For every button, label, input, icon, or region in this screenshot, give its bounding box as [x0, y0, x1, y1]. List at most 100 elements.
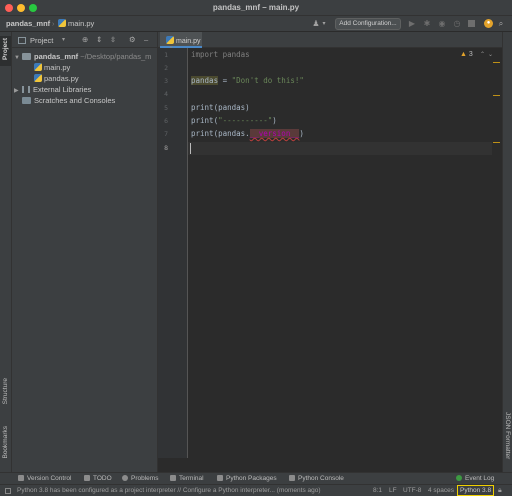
python-file-icon: [34, 74, 42, 82]
operator-token: =: [218, 76, 232, 85]
line-number: 8: [164, 144, 168, 152]
code-editor[interactable]: import pandas pandas = "Don't do this!" …: [188, 48, 493, 458]
collapse-all-icon[interactable]: ⇳: [110, 35, 116, 44]
tool-python-console[interactable]: Python Console: [289, 475, 344, 482]
project-panel-header: Project ▾ ⊕ ⇕ ⇳ ⚙ –: [12, 32, 158, 48]
tree-file-item[interactable]: pandas.py: [34, 74, 79, 83]
coverage-icon[interactable]: ◉: [438, 20, 446, 28]
tool-label: Python Packages: [226, 475, 277, 482]
warning-count: 3: [468, 51, 473, 58]
branch-icon: [18, 475, 24, 481]
search-icon[interactable]: ⌕: [497, 20, 505, 28]
add-configuration-button[interactable]: Add Configuration...: [335, 18, 401, 30]
code-line: print("----------"): [191, 116, 277, 125]
warning-marker[interactable]: [493, 62, 500, 63]
tool-label: Python Console: [298, 475, 344, 482]
user-icon[interactable]: ♟: [312, 20, 320, 28]
breadcrumb-file-label: main.py: [68, 19, 95, 28]
tree-file-item[interactable]: main.py: [34, 63, 70, 72]
run-icon[interactable]: ▶: [408, 20, 416, 28]
python-file-icon: [166, 36, 174, 44]
structure-tool-label[interactable]: Structure: [2, 378, 9, 404]
file-encoding[interactable]: UTF-8: [403, 487, 421, 494]
tool-todo[interactable]: TODO: [84, 475, 112, 482]
warning-marker[interactable]: [493, 142, 500, 143]
tab-main-py[interactable]: main.py ×: [160, 32, 202, 52]
line-separator[interactable]: LF: [389, 487, 397, 494]
python-file-icon: [58, 19, 66, 27]
warning-indicator[interactable]: ▲ 3: [460, 51, 473, 58]
json-formatter-tool-label[interactable]: JSON Formatter: [504, 412, 511, 459]
variable-token: pandas: [191, 76, 219, 85]
tool-version-control[interactable]: Version Control: [18, 475, 71, 482]
root-name: pandas_mnf: [34, 52, 79, 61]
library-icon: [22, 86, 30, 93]
navigation-bar: pandas_mnf › main.py ♟ ▾ Add Configurati…: [0, 16, 512, 32]
python-interpreter-selector[interactable]: Python 3.8: [457, 485, 494, 496]
indent-setting[interactable]: 4 spaces: [428, 487, 454, 494]
current-line-highlight: [188, 142, 492, 155]
chevron-up-icon[interactable]: ⌃: [480, 51, 485, 58]
project-tool-tab[interactable]: Project: [0, 36, 11, 66]
project-tool-label: Project: [2, 38, 9, 61]
list-icon: [84, 475, 90, 481]
terminal-icon: [170, 475, 176, 481]
tree-root-item[interactable]: ▼ pandas_mnf ~/Desktop/pandas_m: [14, 52, 151, 61]
gear-icon[interactable]: ⚙: [129, 35, 136, 44]
root-path: ~/Desktop/pandas_m: [80, 52, 152, 61]
lock-icon[interactable]: 🔒︎: [498, 487, 502, 495]
window-title: pandas_mnf – main.py: [212, 3, 300, 12]
code-token: print(: [191, 116, 219, 125]
code-line: import pandas: [191, 50, 250, 59]
toggle-tool-windows-icon[interactable]: [5, 488, 11, 494]
line-number: 7: [164, 130, 168, 138]
python-file-icon: [34, 63, 42, 71]
tree-external-libraries[interactable]: ▶ External Libraries: [14, 85, 91, 94]
tool-label: Terminal: [179, 475, 204, 482]
attribute-token: __version__: [249, 129, 300, 138]
tool-terminal[interactable]: Terminal: [170, 475, 204, 482]
line-number: 4: [164, 90, 168, 98]
error-stripe[interactable]: [492, 48, 502, 458]
profile-icon[interactable]: ◷: [453, 20, 461, 28]
project-view-selector[interactable]: Project: [30, 36, 53, 45]
folder-icon: [22, 53, 31, 60]
update-icon[interactable]: ●: [484, 19, 493, 28]
chevron-right-icon: ▶: [14, 88, 19, 94]
breadcrumb-file[interactable]: main.py: [58, 19, 94, 28]
tree-scratches[interactable]: Scratches and Consoles: [14, 96, 115, 105]
hide-panel-icon[interactable]: –: [144, 35, 148, 44]
expand-all-icon[interactable]: ⇕: [96, 35, 102, 44]
chevron-down-icon: ▼: [14, 55, 20, 61]
stop-icon[interactable]: [468, 20, 475, 27]
right-tool-stripe: JSON Formatter: [502, 32, 512, 472]
debug-icon[interactable]: ✱: [423, 20, 431, 28]
breadcrumb-project[interactable]: pandas_mnf: [6, 19, 50, 28]
code-token: ): [299, 129, 304, 138]
string-token: "Don't do this!": [231, 76, 304, 85]
warning-marker[interactable]: [493, 95, 500, 96]
tool-windows-bar: Version Control TODO Problems Terminal P…: [0, 472, 512, 484]
event-log-icon: [456, 475, 462, 481]
problems-icon: [122, 475, 128, 481]
project-panel: Project ▾ ⊕ ⇕ ⇳ ⚙ – ▼ pandas_mnf ~/Deskto…: [12, 32, 158, 472]
status-message[interactable]: Python 3.8 has been configured as a proj…: [17, 487, 321, 494]
line-number: 3: [164, 77, 168, 85]
tool-python-packages[interactable]: Python Packages: [217, 475, 277, 482]
chevron-down-icon[interactable]: ▾: [62, 36, 65, 43]
file-label: pandas.py: [44, 74, 79, 83]
bookmarks-tool-label[interactable]: Bookmarks: [2, 426, 9, 459]
package-icon: [217, 475, 223, 481]
code-token: print(pandas.: [191, 129, 250, 138]
caret-position[interactable]: 8:1: [373, 487, 382, 494]
chevron-down-icon[interactable]: ▾: [320, 20, 328, 28]
external-libraries-label: External Libraries: [33, 85, 92, 94]
text-cursor: [190, 143, 191, 154]
tool-problems[interactable]: Problems: [122, 475, 158, 482]
left-tool-stripe: Project Structure Bookmarks: [0, 32, 12, 472]
line-number: 6: [164, 117, 168, 125]
crosshair-icon[interactable]: ⊕: [82, 35, 88, 44]
line-number: 2: [164, 64, 168, 72]
code-line: print(pandas.__version__): [191, 129, 304, 138]
tool-event-log[interactable]: Event Log: [456, 475, 494, 482]
